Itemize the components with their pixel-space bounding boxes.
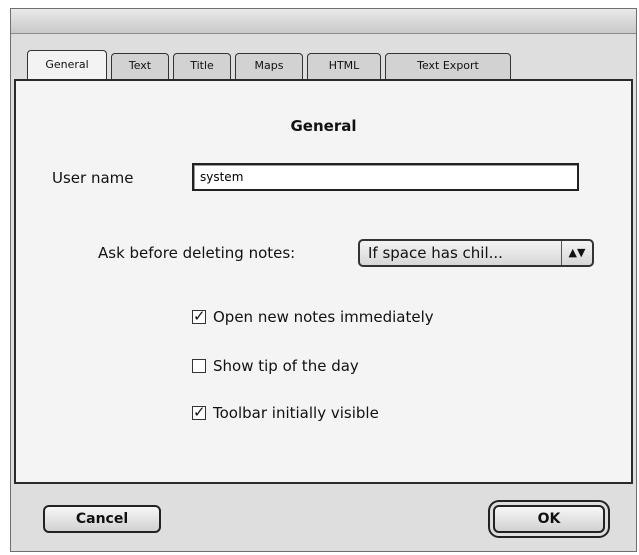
ask-delete-select[interactable]: If space has chil... ▲▼ xyxy=(358,239,594,267)
user-name-input[interactable] xyxy=(192,163,579,191)
tab-bar: General Text Title Maps HTML Text Export xyxy=(17,49,630,79)
tab-title[interactable]: Title xyxy=(173,53,231,79)
checkbox-checked-icon[interactable] xyxy=(192,403,206,421)
ask-delete-label: Ask before deleting notes: xyxy=(98,244,296,262)
option-tip-of-day[interactable]: Show tip of the day xyxy=(192,357,359,375)
general-panel: General User name Ask before deleting no… xyxy=(14,79,633,484)
option-toolbar-visible[interactable]: Toolbar initially visible xyxy=(192,403,379,422)
option-label: Open new notes immediately xyxy=(213,308,434,326)
tab-label: HTML xyxy=(328,59,360,72)
tab-label: Text Export xyxy=(417,59,479,72)
option-label: Show tip of the day xyxy=(213,357,359,375)
preferences-window: General Text Title Maps HTML Text Export… xyxy=(10,8,637,552)
tab-text[interactable]: Text xyxy=(111,53,169,79)
tab-label: Title xyxy=(190,59,214,72)
tab-label: Maps xyxy=(254,59,284,72)
tab-maps[interactable]: Maps xyxy=(235,53,303,79)
ask-delete-selected-value: If space has chil... xyxy=(368,244,503,262)
tab-html[interactable]: HTML xyxy=(307,53,381,79)
tab-label: General xyxy=(45,58,89,71)
user-name-label: User name xyxy=(52,169,134,187)
ok-button[interactable]: OK xyxy=(493,505,605,533)
tab-general[interactable]: General xyxy=(27,50,107,79)
cancel-button[interactable]: Cancel xyxy=(43,505,161,533)
checkbox-checked-icon[interactable] xyxy=(192,307,206,325)
option-label: Toolbar initially visible xyxy=(213,404,379,422)
panel-title: General xyxy=(290,117,357,135)
option-open-new-notes[interactable]: Open new notes immediately xyxy=(192,307,434,326)
checkbox-unchecked-icon[interactable] xyxy=(192,359,206,373)
tab-label: Text xyxy=(128,59,152,72)
up-down-arrows-icon: ▲▼ xyxy=(561,241,592,265)
title-bar[interactable] xyxy=(11,9,636,34)
tab-text-export[interactable]: Text Export xyxy=(385,53,511,79)
